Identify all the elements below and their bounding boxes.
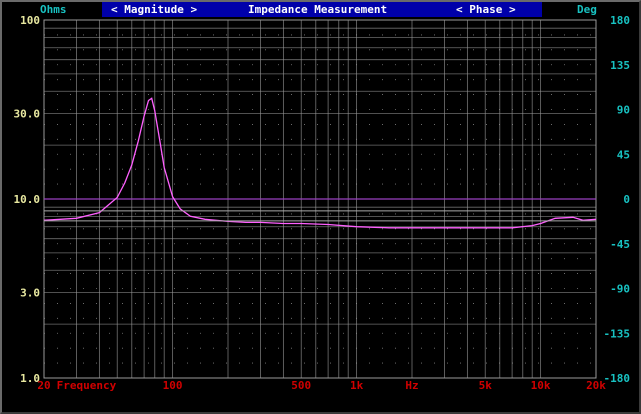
left-y-tick-label: 10.0 [14, 193, 41, 206]
right-y-tick-label: -180 [604, 372, 631, 385]
right-y-tick-label: 0 [623, 193, 630, 206]
right-y-tick-label: -90 [610, 283, 630, 296]
impedance-plot: 10030.010.03.01.018013590450-45-90-135-1… [14, 14, 631, 392]
right-y-tick-label: 135 [610, 59, 630, 72]
x-axis-label: Frequency [57, 379, 117, 392]
x-tick-label: 10k [531, 379, 551, 392]
right-y-tick-label: 45 [617, 148, 630, 161]
left-y-tick-label: 30.0 [14, 108, 41, 121]
left-y-tick-label: 3.0 [20, 287, 40, 300]
left-y-tick-label: 100 [20, 14, 40, 27]
x-tick-label: 20k [586, 379, 606, 392]
x-tick-label: 100 [163, 379, 183, 392]
x-tick-label: 1k [350, 379, 364, 392]
x-tick-label: 5k [479, 379, 493, 392]
x-tick-label: 500 [291, 379, 311, 392]
right-y-tick-label: -45 [610, 238, 630, 251]
right-y-tick-label: -135 [604, 327, 631, 340]
x-tick-label: 20 [37, 379, 50, 392]
x-unit-label: Hz [405, 379, 418, 392]
right-y-tick-label: 180 [610, 14, 630, 27]
right-y-tick-label: 90 [617, 104, 630, 117]
